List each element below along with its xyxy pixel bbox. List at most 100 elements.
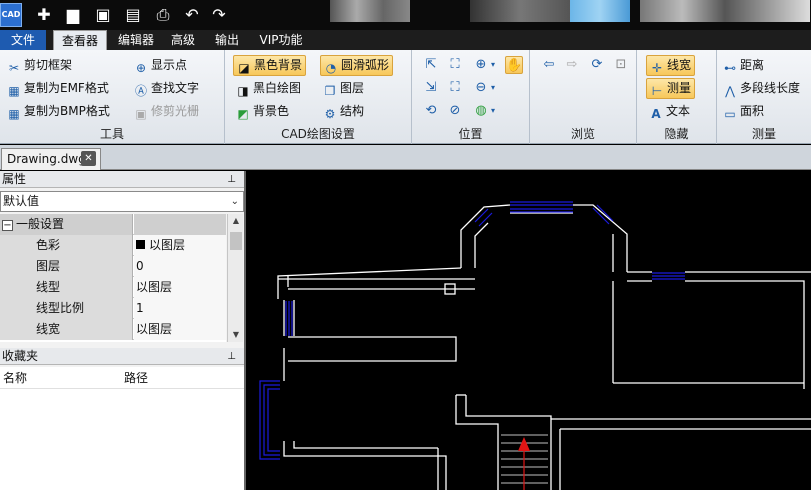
save-as-icon[interactable]: ▤	[123, 6, 143, 24]
column-path[interactable]: 路径	[124, 367, 148, 389]
move-icon[interactable]: ⇱	[422, 56, 440, 74]
scroll-down-icon[interactable]: ▼	[228, 328, 244, 342]
page-icon[interactable]: ⊡	[612, 56, 630, 74]
property-row[interactable]: 色彩 以图层	[0, 235, 226, 256]
tab-output[interactable]: 输出	[207, 30, 247, 50]
pin-icon[interactable]: ⊥	[227, 348, 236, 365]
layers-button[interactable]: ❐ 图层	[323, 78, 364, 98]
rotate-icon[interactable]: ⟲	[422, 102, 440, 120]
find-text-button[interactable]: Ⓐ 查找文字	[134, 78, 199, 98]
favorites-columns: 名称 路径	[0, 367, 244, 389]
drawing-canvas[interactable]	[248, 171, 811, 490]
polyline-icon: ⋀	[725, 84, 735, 98]
color-swatch	[136, 240, 145, 249]
arrow-left-icon[interactable]: ⇦	[540, 56, 558, 74]
chevron-down-icon[interactable]: ▾	[488, 102, 498, 120]
favorites-list: 名称 路径	[0, 367, 244, 490]
tab-file[interactable]: 文件	[0, 30, 46, 50]
property-value[interactable]: 1	[134, 298, 226, 319]
show-points-button[interactable]: ⊕ 显示点	[134, 55, 187, 75]
property-value[interactable]: 以图层	[134, 319, 226, 340]
ribbon: ✂ 剪切框架 ▦ 复制为EMF格式 ▦ 复制为BMP格式 ⊕ 显示点 Ⓐ 查找文字 ▣ 修剪…	[0, 50, 811, 144]
zoom-previous-icon[interactable]: ⊘	[446, 102, 464, 120]
property-value-text: 以图层	[149, 238, 186, 252]
polyline-length-button[interactable]: ⋀ 多段线长度	[723, 78, 800, 98]
scroll-up-icon[interactable]: ▲	[228, 214, 244, 228]
pan-hand-icon[interactable]: ✋	[505, 56, 523, 74]
blurred-region	[330, 0, 410, 22]
wall-left-lower-inner	[293, 441, 438, 449]
chevron-down-icon[interactable]: ▾	[488, 56, 498, 74]
text-toggle-button[interactable]: A 文本	[649, 101, 690, 121]
fit-icon[interactable]: ⇲	[422, 79, 440, 97]
menu-bar: 文件 查看器 编辑器 高级 输出 VIP功能	[0, 30, 811, 50]
redo-icon[interactable]: ↷	[209, 6, 229, 24]
cut-frame-button[interactable]: ✂ 剪切框架	[7, 55, 72, 75]
pin-icon[interactable]: ⊥	[227, 171, 236, 188]
black-white-drawing-button[interactable]: ◨ 黑白绘图	[236, 78, 301, 98]
undo-icon[interactable]: ↶	[182, 6, 202, 24]
print-icon[interactable]: ⎙	[153, 6, 173, 24]
trim-raster-icon: ▣	[135, 107, 147, 121]
zoom-window-icon[interactable]: ⛶	[446, 56, 464, 74]
column-name[interactable]: 名称	[3, 367, 27, 389]
category-label-cell: − 一般设置	[0, 214, 133, 235]
chevron-down-icon[interactable]: ⌄	[231, 192, 239, 211]
area-button[interactable]: ▭ 面积	[723, 101, 764, 121]
group-label-position: 位置	[458, 127, 483, 141]
area-icon: ▭	[724, 107, 736, 121]
wall-middle-block	[288, 336, 457, 362]
property-value[interactable]: 0	[134, 256, 226, 277]
distance-icon: ⊷	[724, 61, 736, 75]
property-value[interactable]: 以图层	[134, 277, 226, 298]
copy-emf-button[interactable]: ▦ 复制为EMF格式	[7, 78, 109, 98]
black-background-button[interactable]: ◪ 黑色背景	[233, 55, 307, 76]
tab-vip[interactable]: VIP功能	[253, 30, 309, 50]
chevron-down-icon[interactable]: ▾	[488, 79, 498, 97]
properties-selector[interactable]: 默认值 ⌄	[0, 191, 244, 212]
structure-button[interactable]: ⚙ 结构	[323, 101, 364, 121]
emf-icon: ▦	[8, 84, 20, 98]
property-scrollbar[interactable]: ▲ ▼	[227, 214, 243, 342]
new-file-icon[interactable]: ✚	[34, 6, 54, 24]
group-label-cad-settings: CAD绘图设置	[281, 127, 355, 141]
window-line	[478, 212, 493, 227]
zoom-extents-icon[interactable]: ⛶	[446, 79, 464, 97]
close-icon[interactable]: ✕	[81, 151, 96, 166]
property-value[interactable]: 以图层	[134, 235, 226, 256]
property-key: 线宽	[0, 319, 133, 340]
document-tab-strip: Drawing.dwg ✕	[0, 145, 811, 170]
properties-title: 属性	[2, 172, 27, 186]
refresh-icon[interactable]: ⟳	[588, 56, 606, 74]
background-color-button[interactable]: ◩ 背景色	[236, 101, 289, 121]
copy-bmp-button[interactable]: ▦ 复制为BMP格式	[7, 101, 110, 121]
property-row[interactable]: 图层 0	[0, 256, 226, 277]
blurred-region	[570, 0, 630, 22]
smooth-arc-button[interactable]: ◔ 圆滑弧形	[320, 55, 394, 76]
property-category[interactable]: − 一般设置	[0, 214, 226, 235]
tab-advanced[interactable]: 高级	[163, 30, 203, 50]
line-width-button[interactable]: ✛ 线宽	[646, 55, 696, 76]
scroll-thumb[interactable]	[230, 232, 242, 250]
trim-raster-button[interactable]: ▣ 修剪光栅	[134, 101, 199, 121]
open-folder-icon[interactable]: ▆	[63, 6, 83, 24]
property-row[interactable]: 线宽 以图层	[0, 319, 226, 340]
save-icon[interactable]: ▣	[93, 6, 113, 24]
blurred-region	[640, 0, 810, 22]
wall-hall-left	[455, 395, 499, 490]
app-icon[interactable]: CAD	[0, 3, 22, 27]
property-row[interactable]: 线型 以图层	[0, 277, 226, 298]
property-row[interactable]: 线型比例 1	[0, 298, 226, 319]
structure-icon: ⚙	[324, 107, 336, 121]
distance-button[interactable]: ⊷ 距离	[723, 55, 764, 75]
tab-viewer[interactable]: 查看器	[53, 30, 107, 50]
document-tab[interactable]: Drawing.dwg ✕	[1, 148, 101, 170]
ribbon-group-measure: ⊷ 距离 ⋀ 多段线长度 ▭ 面积 测量	[717, 50, 811, 144]
measure-toggle-button[interactable]: ⊢ 测量	[646, 78, 696, 99]
window-line	[596, 204, 614, 222]
tab-editor[interactable]: 编辑器	[113, 30, 159, 50]
wall-right-d	[685, 280, 805, 389]
cut-frame-icon: ✂	[8, 61, 20, 75]
collapse-icon[interactable]: −	[2, 220, 13, 231]
arrow-right-icon[interactable]: ⇨	[563, 56, 581, 74]
